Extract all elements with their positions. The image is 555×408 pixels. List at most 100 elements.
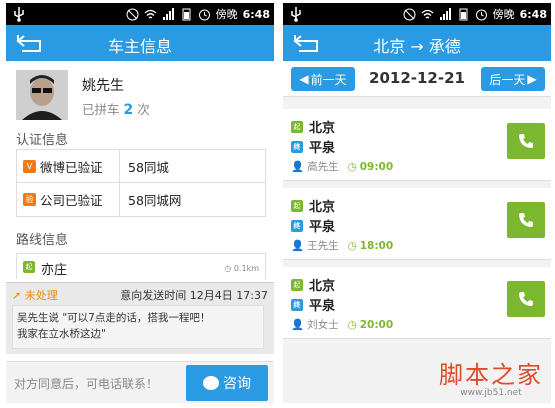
alarm-icon [475,9,487,20]
call-button[interactable] [507,281,545,317]
trip-item[interactable]: 起北京 终平泉 👤 刘女士 ◷ 20:00 [283,267,551,339]
driver-profile: 姚先生 已拼车 2 次 [6,61,274,127]
notice-message: 吴先生说 "可以7点走的话，搭我一程吧！ 我家在立水桥这边" [12,305,264,349]
trip-to-row: 终平泉 [291,137,335,156]
verify-row: 验 公司已验证 58同城网 [17,183,265,216]
ride-count-prefix: 已拼车 [82,102,120,117]
trip-meta: 👤 高先生 ◷ 09:00 [291,159,393,174]
left-screen: 傍晚 6:48 车主信息 姚先生 已拼车 2 次 认证信息 V 微博已验证 58… [6,3,274,403]
start-tag: 起 [23,261,35,273]
call-button[interactable] [507,202,545,238]
footer-hint: 对方同意后，可电话联系！ [14,377,159,391]
phone-icon [519,292,533,306]
route-distance-value: 0.1km [233,264,259,273]
chat-icon [203,376,219,390]
trip-item[interactable]: 起北京 终平泉 👤 王先生 ◷ 18:00 [283,188,551,260]
trip-item[interactable]: 起北京 终平泉 👤 高先生 ◷ 09:00 [283,109,551,181]
trip-from-row: 起北京 [291,275,335,294]
driver-name: 姚先生 [82,78,124,94]
trip-from: 北京 [309,121,336,136]
ride-count: 已拼车 2 次 [82,99,150,118]
trip-driver: 王先生 [307,240,339,252]
title-bar: 北京 → 承德 [283,25,551,61]
start-tag: 起 [291,199,303,212]
end-tag: 终 [291,219,303,232]
notice-message-line: 我家在立水桥这边" [17,328,106,340]
notice-message-line: 吴先生说 "可以7点走的话，搭我一程吧！ [17,312,211,324]
trip-from-row: 起北京 [291,117,335,136]
verify-value: 58同城网 [128,193,182,208]
weibo-icon: V [23,159,36,173]
mute-icon [403,8,416,20]
person-icon: 👤 [291,319,305,331]
trip-from: 北京 [309,200,336,215]
route-distance: ◷ 0.1km [224,264,259,273]
page-title: 车主信息 [107,37,172,56]
notice-status-text: 未处理 [24,289,58,302]
end-tag: 终 [291,140,303,153]
person-icon: 👤 [291,161,305,173]
next-day-label: 后一天 [489,72,526,87]
right-screen: 傍晚 6:48 北京 → 承德 ◀ 前一天 2012-12-21 后一天 ▶ 起… [283,3,551,403]
signal-icon [439,7,451,20]
date-bar: ◀ 前一天 2012-12-21 后一天 ▶ [283,61,551,97]
verify-label: 微博已验证 [40,159,103,175]
status-bar: 傍晚 6:48 [283,3,551,25]
verify-row: V 微博已验证 58同城 [17,150,265,183]
usb-icon [14,7,24,22]
next-day-button[interactable]: 后一天 ▶ [481,67,545,91]
clock-icon: ◷ [347,239,357,252]
consult-button[interactable]: 咨询 [186,365,268,401]
chevron-right-icon: ▶ [527,72,537,86]
trip-to-row: 终平泉 [291,295,335,314]
consult-button-label: 咨询 [223,376,251,392]
title-bar: 车主信息 [6,25,274,61]
avatar [16,70,68,120]
watermark: 脚本之家 www.jb51.net [439,355,543,398]
trip-to: 平泉 [309,220,336,235]
verify-table: V 微博已验证 58同城 验 公司已验证 58同城网 [16,149,266,217]
trip-driver: 高先生 [307,161,339,173]
verify-label-cell: 验 公司已验证 [17,183,120,216]
person-icon: 👤 [291,240,305,252]
status-bar: 傍晚 6:48 [6,3,274,25]
trip-driver: 刘女士 [307,319,339,331]
start-tag: 起 [291,278,303,291]
battery-icon [459,8,468,20]
request-notice: ➚ 未处理 意向发送时间 12月4日 17:37 吴先生说 "可以7点走的话，搭… [6,282,274,354]
wifi-icon [144,9,157,18]
trip-from-row: 起北京 [291,196,335,215]
company-icon: 验 [23,193,36,206]
route-item[interactable]: 起 亦庄 ◷ 0.1km [16,253,266,279]
clock-icon: ◷ [347,160,357,173]
watermark-title: 脚本之家 [439,361,543,389]
trip-time: 20:00 [359,318,394,331]
alarm-icon [198,9,210,20]
phone-icon [519,134,533,148]
signal-icon [162,7,174,20]
notice-status: ➚ 未处理 [12,289,58,302]
verify-label-cell: V 微博已验证 [17,150,120,182]
usb-icon [291,7,301,22]
arrow-right-icon: → [410,37,424,56]
verify-section-title: 认证信息 [16,133,69,148]
trip-from: 北京 [309,279,336,294]
trip-to: 平泉 [309,299,336,314]
end-tag: 终 [291,298,303,311]
trip-to: 平泉 [309,141,336,156]
verify-label: 公司已验证 [40,193,103,208]
call-button[interactable] [507,123,545,159]
trip-time: 09:00 [359,160,394,173]
ride-count-suffix: 次 [137,102,150,117]
clock: 6:48 [242,7,270,21]
time-of-day: 傍晚 [492,8,515,21]
trip-meta: 👤 王先生 ◷ 18:00 [291,238,393,253]
route-title: 北京 → 承德 [283,33,551,57]
time-of-day: 傍晚 [215,8,238,21]
verify-value: 58同城 [128,159,169,175]
trip-to-row: 终平泉 [291,216,335,235]
route-to: 承德 [428,37,461,56]
ride-count-value: 2 [123,102,134,118]
trip-time: 18:00 [359,239,394,252]
notice-time: 意向发送时间 12月4日 17:37 [120,289,268,302]
